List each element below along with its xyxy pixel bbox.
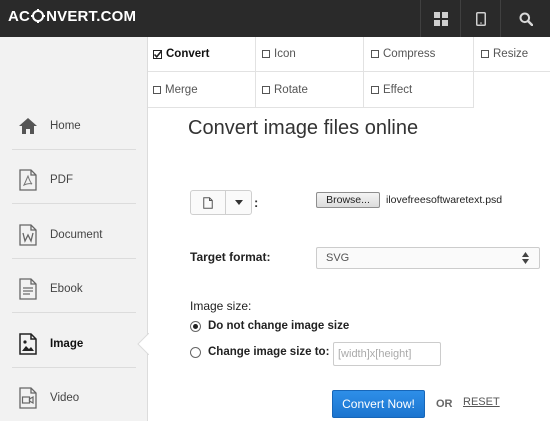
selected-file-name: ilovefreesoftwaretext.psd bbox=[386, 194, 503, 206]
tab-icon[interactable]: Icon bbox=[256, 37, 364, 72]
sidebar-item-pdf[interactable]: PDF bbox=[0, 153, 148, 207]
sidebar-item-label: PDF bbox=[50, 174, 73, 186]
grid-icon-button[interactable] bbox=[420, 0, 460, 37]
sidebar: Home PDF Document Ebook Image Video bbox=[0, 37, 149, 421]
tab-resize[interactable]: Resize bbox=[474, 37, 550, 72]
home-icon bbox=[17, 115, 39, 137]
tab-label: Merge bbox=[165, 83, 198, 96]
sidebar-divider bbox=[12, 258, 136, 259]
target-format-label: Target format: bbox=[190, 250, 271, 264]
option-keep-size: Do not change image size bbox=[190, 320, 349, 332]
tab-label: Rotate bbox=[274, 83, 308, 96]
pdf-icon bbox=[17, 169, 39, 191]
main-content: Convert image files online : Browse... i… bbox=[148, 108, 550, 421]
grid-icon bbox=[433, 11, 448, 26]
checkbox-icon bbox=[262, 50, 270, 58]
convert-now-button[interactable]: Convert Now! bbox=[332, 390, 425, 418]
radio-change-size[interactable] bbox=[190, 346, 201, 358]
tab-label: Convert bbox=[166, 48, 210, 60]
caret-down-icon bbox=[234, 200, 243, 205]
search-icon-button[interactable] bbox=[500, 0, 550, 37]
checkbox-icon bbox=[371, 85, 379, 94]
tab-effect[interactable]: Effect bbox=[364, 72, 474, 108]
sidebar-divider bbox=[12, 312, 136, 313]
image-icon bbox=[17, 333, 39, 355]
sidebar-item-ebook[interactable]: Ebook bbox=[0, 262, 148, 316]
source-colon: : bbox=[254, 195, 259, 210]
or-text: OR bbox=[436, 398, 453, 410]
tab-label: Resize bbox=[493, 48, 529, 60]
logo-text-right: NVERT.COM bbox=[46, 7, 137, 25]
sidebar-item-document[interactable]: Document bbox=[0, 208, 148, 262]
target-format-select[interactable]: SVG bbox=[316, 247, 540, 269]
search-icon bbox=[519, 12, 533, 26]
option-change-size: Change image size to: bbox=[190, 346, 329, 358]
tablet-icon bbox=[475, 11, 486, 26]
sidebar-item-home[interactable]: Home bbox=[0, 99, 148, 153]
logo[interactable]: AC NVERT.COM bbox=[8, 6, 136, 26]
browse-button[interactable]: Browse... bbox=[316, 192, 380, 208]
document-icon bbox=[17, 224, 39, 246]
tool-tabs: Convert Icon Compress Resize Merge Rotat… bbox=[148, 37, 550, 108]
source-selector bbox=[190, 190, 252, 215]
image-size-label: Image size: bbox=[190, 299, 252, 313]
checkbox-icon bbox=[371, 50, 379, 58]
target-format-value: SVG bbox=[326, 252, 350, 264]
tab-convert[interactable]: Convert bbox=[148, 37, 256, 72]
page-title: Convert image files online bbox=[188, 117, 419, 139]
image-size-input[interactable] bbox=[333, 342, 441, 366]
logo-text-left: AC bbox=[8, 7, 31, 25]
sidebar-item-label: Ebook bbox=[50, 283, 83, 295]
tab-label: Effect bbox=[383, 83, 413, 96]
sidebar-divider bbox=[12, 149, 136, 150]
checkbox-icon bbox=[262, 85, 270, 94]
tab-compress[interactable]: Compress bbox=[364, 37, 474, 72]
select-arrows-icon bbox=[522, 252, 529, 264]
top-bar: AC NVERT.COM bbox=[0, 0, 550, 37]
option-change-size-label: Change image size to: bbox=[208, 346, 330, 358]
gear-icon bbox=[31, 9, 46, 23]
tablet-icon-button[interactable] bbox=[460, 0, 500, 37]
tab-rotate[interactable]: Rotate bbox=[256, 72, 364, 108]
tab-label: Icon bbox=[274, 48, 296, 60]
sidebar-item-label: Document bbox=[50, 229, 103, 241]
sidebar-item-video[interactable]: Video bbox=[0, 371, 148, 425]
reset-link[interactable]: RESET bbox=[463, 396, 500, 408]
sidebar-item-label: Home bbox=[50, 120, 81, 132]
file-source-button[interactable] bbox=[191, 191, 227, 214]
sidebar-divider bbox=[12, 367, 136, 368]
tab-label: Compress bbox=[383, 48, 436, 60]
radio-keep-size[interactable] bbox=[190, 320, 201, 332]
checkbox-icon bbox=[481, 50, 489, 58]
file-icon bbox=[203, 196, 213, 209]
checkbox-icon bbox=[153, 85, 161, 94]
tab-merge[interactable]: Merge bbox=[148, 72, 256, 108]
video-icon bbox=[17, 387, 39, 409]
source-dropdown-button[interactable] bbox=[226, 191, 251, 214]
ebook-icon bbox=[17, 278, 39, 300]
sidebar-divider bbox=[12, 203, 136, 204]
checkbox-checked-icon bbox=[153, 49, 163, 59]
sidebar-item-image[interactable]: Image bbox=[0, 317, 148, 371]
sidebar-item-label: Image bbox=[50, 338, 84, 350]
sidebar-item-label: Video bbox=[50, 392, 80, 404]
option-keep-size-label: Do not change image size bbox=[208, 320, 350, 332]
